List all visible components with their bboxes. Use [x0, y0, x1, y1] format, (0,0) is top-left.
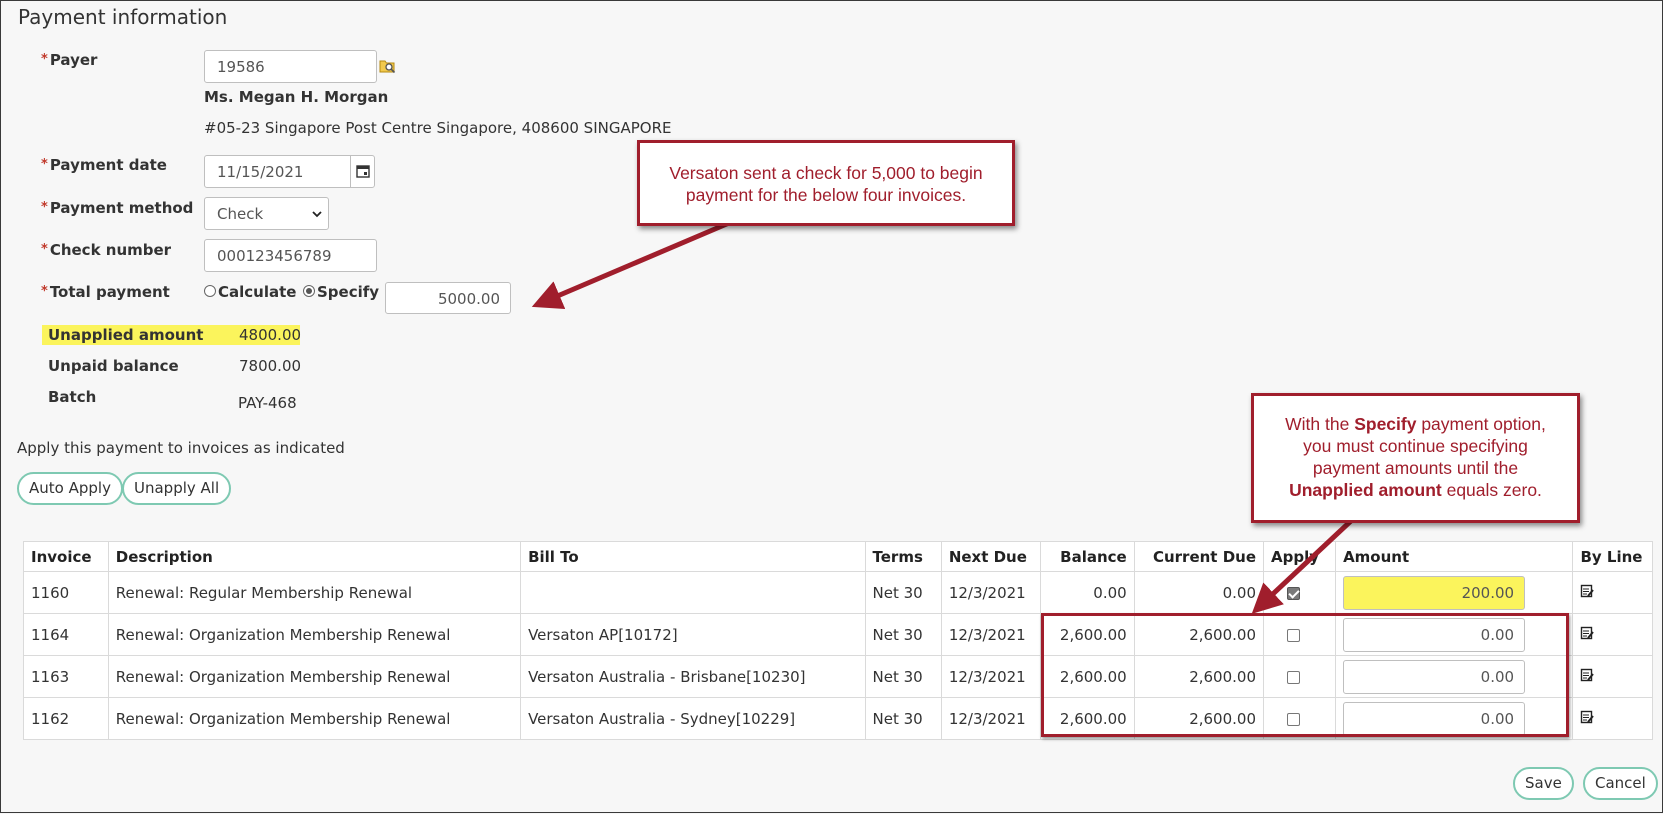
payment-form: Payment information * Payer 19586 Ms. Meg… [0, 0, 1663, 813]
cancel-button[interactable]: Cancel [1583, 767, 1658, 800]
callout-check-line1: Versaton sent a check for 5,000 to begin [669, 163, 983, 183]
callout-check: Versaton sent a check for 5,000 to begin… [637, 140, 1015, 226]
callout-specify-line2: you must continue specifying [1303, 436, 1528, 456]
callout-specify-line1: With the Specify payment option, [1285, 414, 1546, 434]
callout-specify-line4: Unapplied amount equals zero. [1289, 480, 1542, 500]
save-button[interactable]: Save [1513, 767, 1574, 800]
arrow-to-total-payment [531, 220, 730, 309]
callout-specify: With the Specify payment option, you mus… [1251, 393, 1580, 523]
callout-check-line2: payment for the below four invoices. [685, 185, 967, 205]
callout-specify-line3: payment amounts until the [1312, 458, 1519, 478]
arrow-to-balance-column [1251, 517, 1355, 614]
